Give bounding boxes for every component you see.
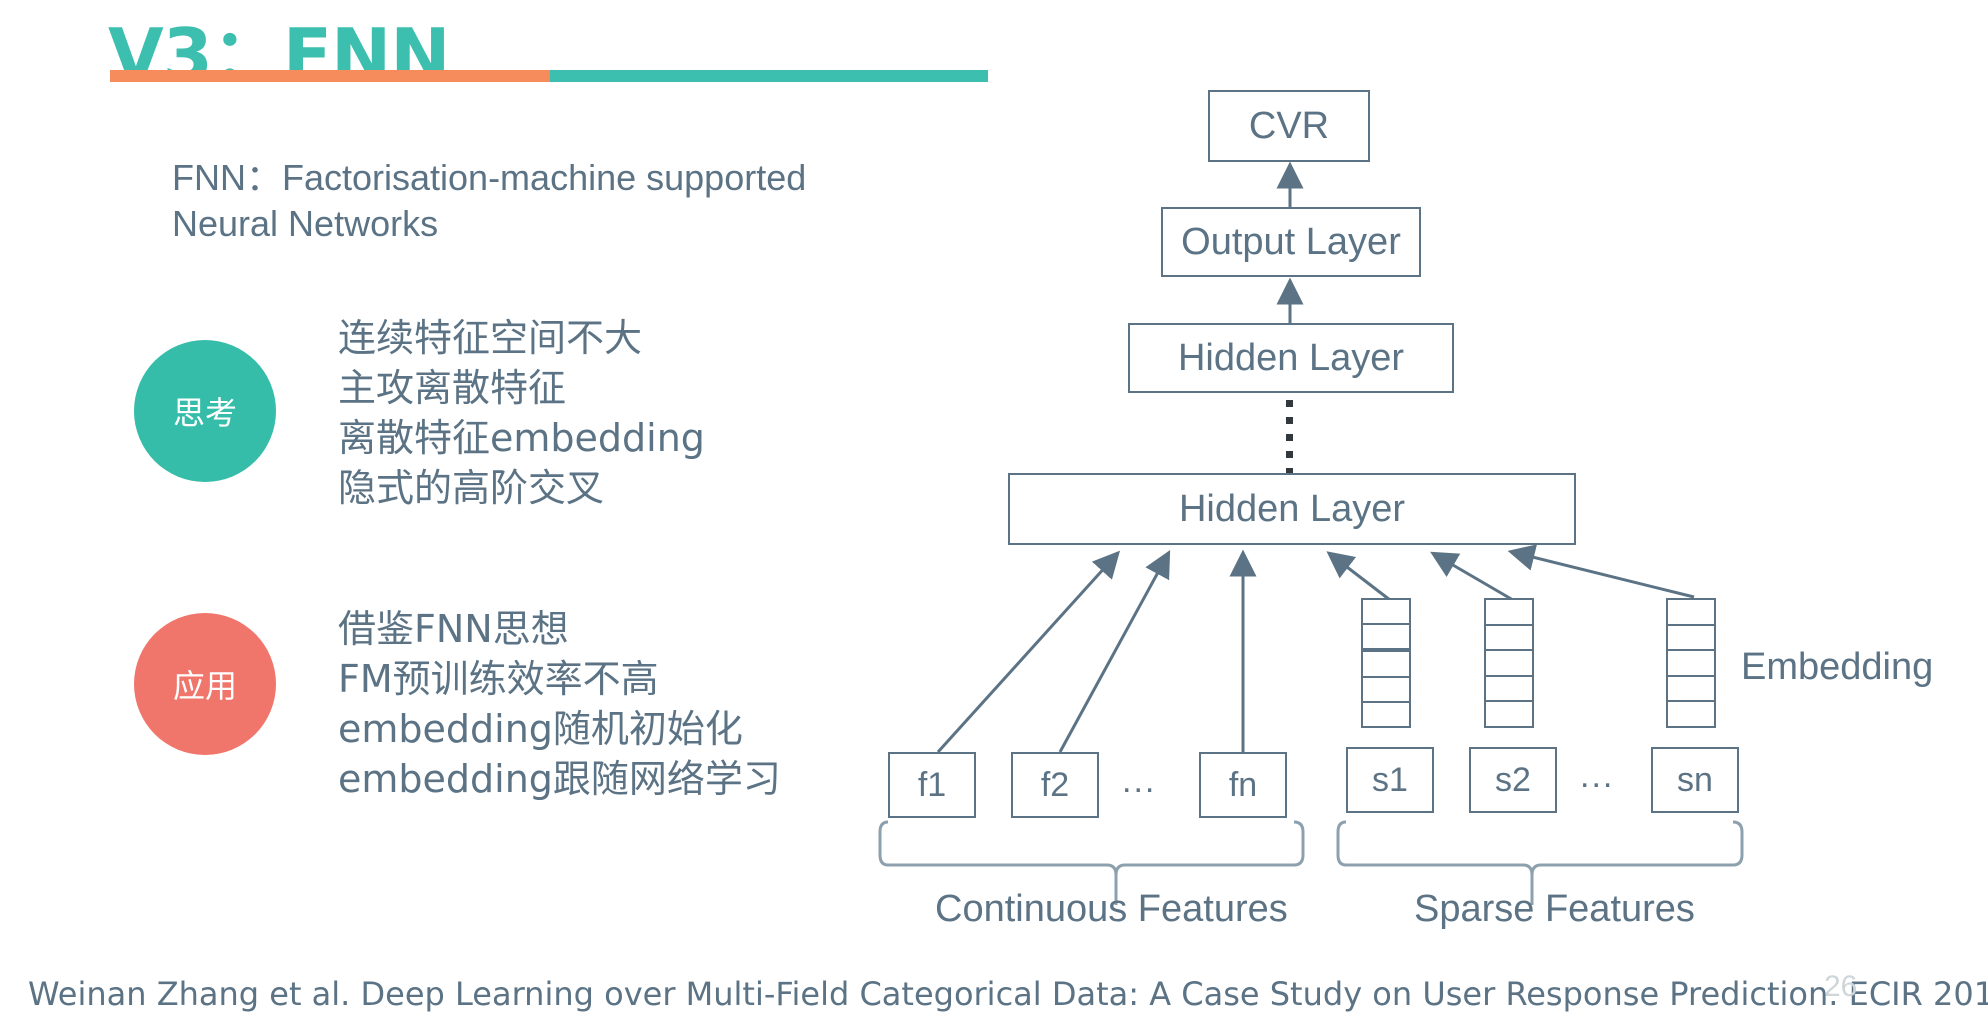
- continuous-features-ellipsis: ...: [1122, 762, 1157, 800]
- page-title: V3：FNN: [108, 13, 451, 97]
- node-hidden-layer-bottom: Hidden Layer: [1008, 473, 1576, 545]
- notes-think: 连续特征空间不大 主攻离散特征 离散特征embedding 隐式的高阶交叉: [338, 316, 705, 510]
- embedding-cell: [1668, 600, 1714, 626]
- embedding-cell: [1486, 677, 1532, 703]
- arrow-emb1-to-hidden: [1326, 551, 1391, 602]
- embedding-cell: [1486, 626, 1532, 652]
- embedding-column-s1: [1361, 598, 1411, 728]
- bubble-apply-label: 应用: [172, 667, 237, 705]
- feature-box-s1: s1: [1346, 747, 1434, 813]
- feature-box-s1-label: s1: [1372, 760, 1408, 799]
- embedding-cell: [1668, 651, 1714, 677]
- feature-box-f1: f1: [888, 752, 976, 818]
- bubble-think: 思考: [134, 340, 276, 482]
- node-output-layer-label: Output Layer: [1181, 220, 1401, 263]
- bubble-think-label: 思考: [172, 394, 237, 432]
- vertical-ellipsis-icon: [1286, 400, 1293, 475]
- sparse-features-ellipsis: ...: [1580, 757, 1615, 795]
- arrow-embn-to-hidden: [1507, 544, 1695, 599]
- arrow-f2-to-hidden: [1058, 550, 1171, 753]
- notes-apply: 借鉴FNN思想 FM预训练效率不高 embedding随机初始化 embeddi…: [338, 607, 781, 801]
- embedding-cell: [1668, 702, 1714, 726]
- embedding-cell: [1486, 702, 1532, 726]
- title-rule-teal-segment: [550, 70, 988, 82]
- title-rule-orange-segment: [110, 70, 550, 82]
- page-number: 26: [1824, 970, 1858, 1003]
- embedding-cell: [1486, 651, 1532, 677]
- embedding-cell: [1363, 600, 1409, 626]
- title-underline-rule: [110, 70, 988, 82]
- embedding-cell: [1363, 625, 1409, 653]
- fnn-definition-text: FNN：Factorisation-machine supported Neur…: [172, 157, 807, 244]
- embedding-column-sn: [1666, 598, 1716, 728]
- feature-box-sn: sn: [1651, 747, 1739, 813]
- bracket-continuous-features: [878, 820, 1305, 876]
- node-hidden-layer-top: Hidden Layer: [1128, 323, 1454, 393]
- feature-box-sn-label: sn: [1677, 760, 1713, 799]
- label-sparse-features: Sparse Features: [1414, 888, 1695, 930]
- feature-box-fn-label: fn: [1228, 765, 1258, 804]
- embedding-cell: [1363, 678, 1409, 703]
- node-cvr-label: CVR: [1248, 104, 1330, 147]
- arrow-f1-to-hidden: [936, 550, 1121, 754]
- embedding-label: Embedding: [1741, 646, 1934, 688]
- footer-citation: Weinan Zhang et al. Deep Learning over M…: [28, 975, 1988, 1013]
- feature-box-fn: fn: [1199, 752, 1287, 818]
- node-hidden-layer-bottom-label: Hidden Layer: [1178, 487, 1406, 530]
- embedding-cell: [1363, 703, 1409, 726]
- embedding-cell: [1363, 652, 1409, 678]
- label-continuous-features: Continuous Features: [935, 888, 1288, 930]
- node-cvr: CVR: [1208, 90, 1370, 162]
- feature-box-f2-label: f2: [1040, 765, 1070, 804]
- feature-box-f1-label: f1: [917, 765, 947, 804]
- arrow-emb2-to-hidden: [1430, 551, 1514, 602]
- bracket-sparse-features: [1336, 820, 1744, 876]
- feature-box-s2-label: s2: [1495, 760, 1531, 799]
- feature-box-s2: s2: [1469, 747, 1557, 813]
- embedding-cell: [1668, 626, 1714, 652]
- embedding-cell: [1668, 677, 1714, 703]
- node-output-layer: Output Layer: [1161, 207, 1421, 277]
- node-hidden-layer-top-label: Hidden Layer: [1177, 336, 1405, 379]
- bubble-apply: 应用: [134, 613, 276, 755]
- embedding-cell: [1486, 600, 1532, 626]
- embedding-column-s2: [1484, 598, 1534, 728]
- feature-box-f2: f2: [1011, 752, 1099, 818]
